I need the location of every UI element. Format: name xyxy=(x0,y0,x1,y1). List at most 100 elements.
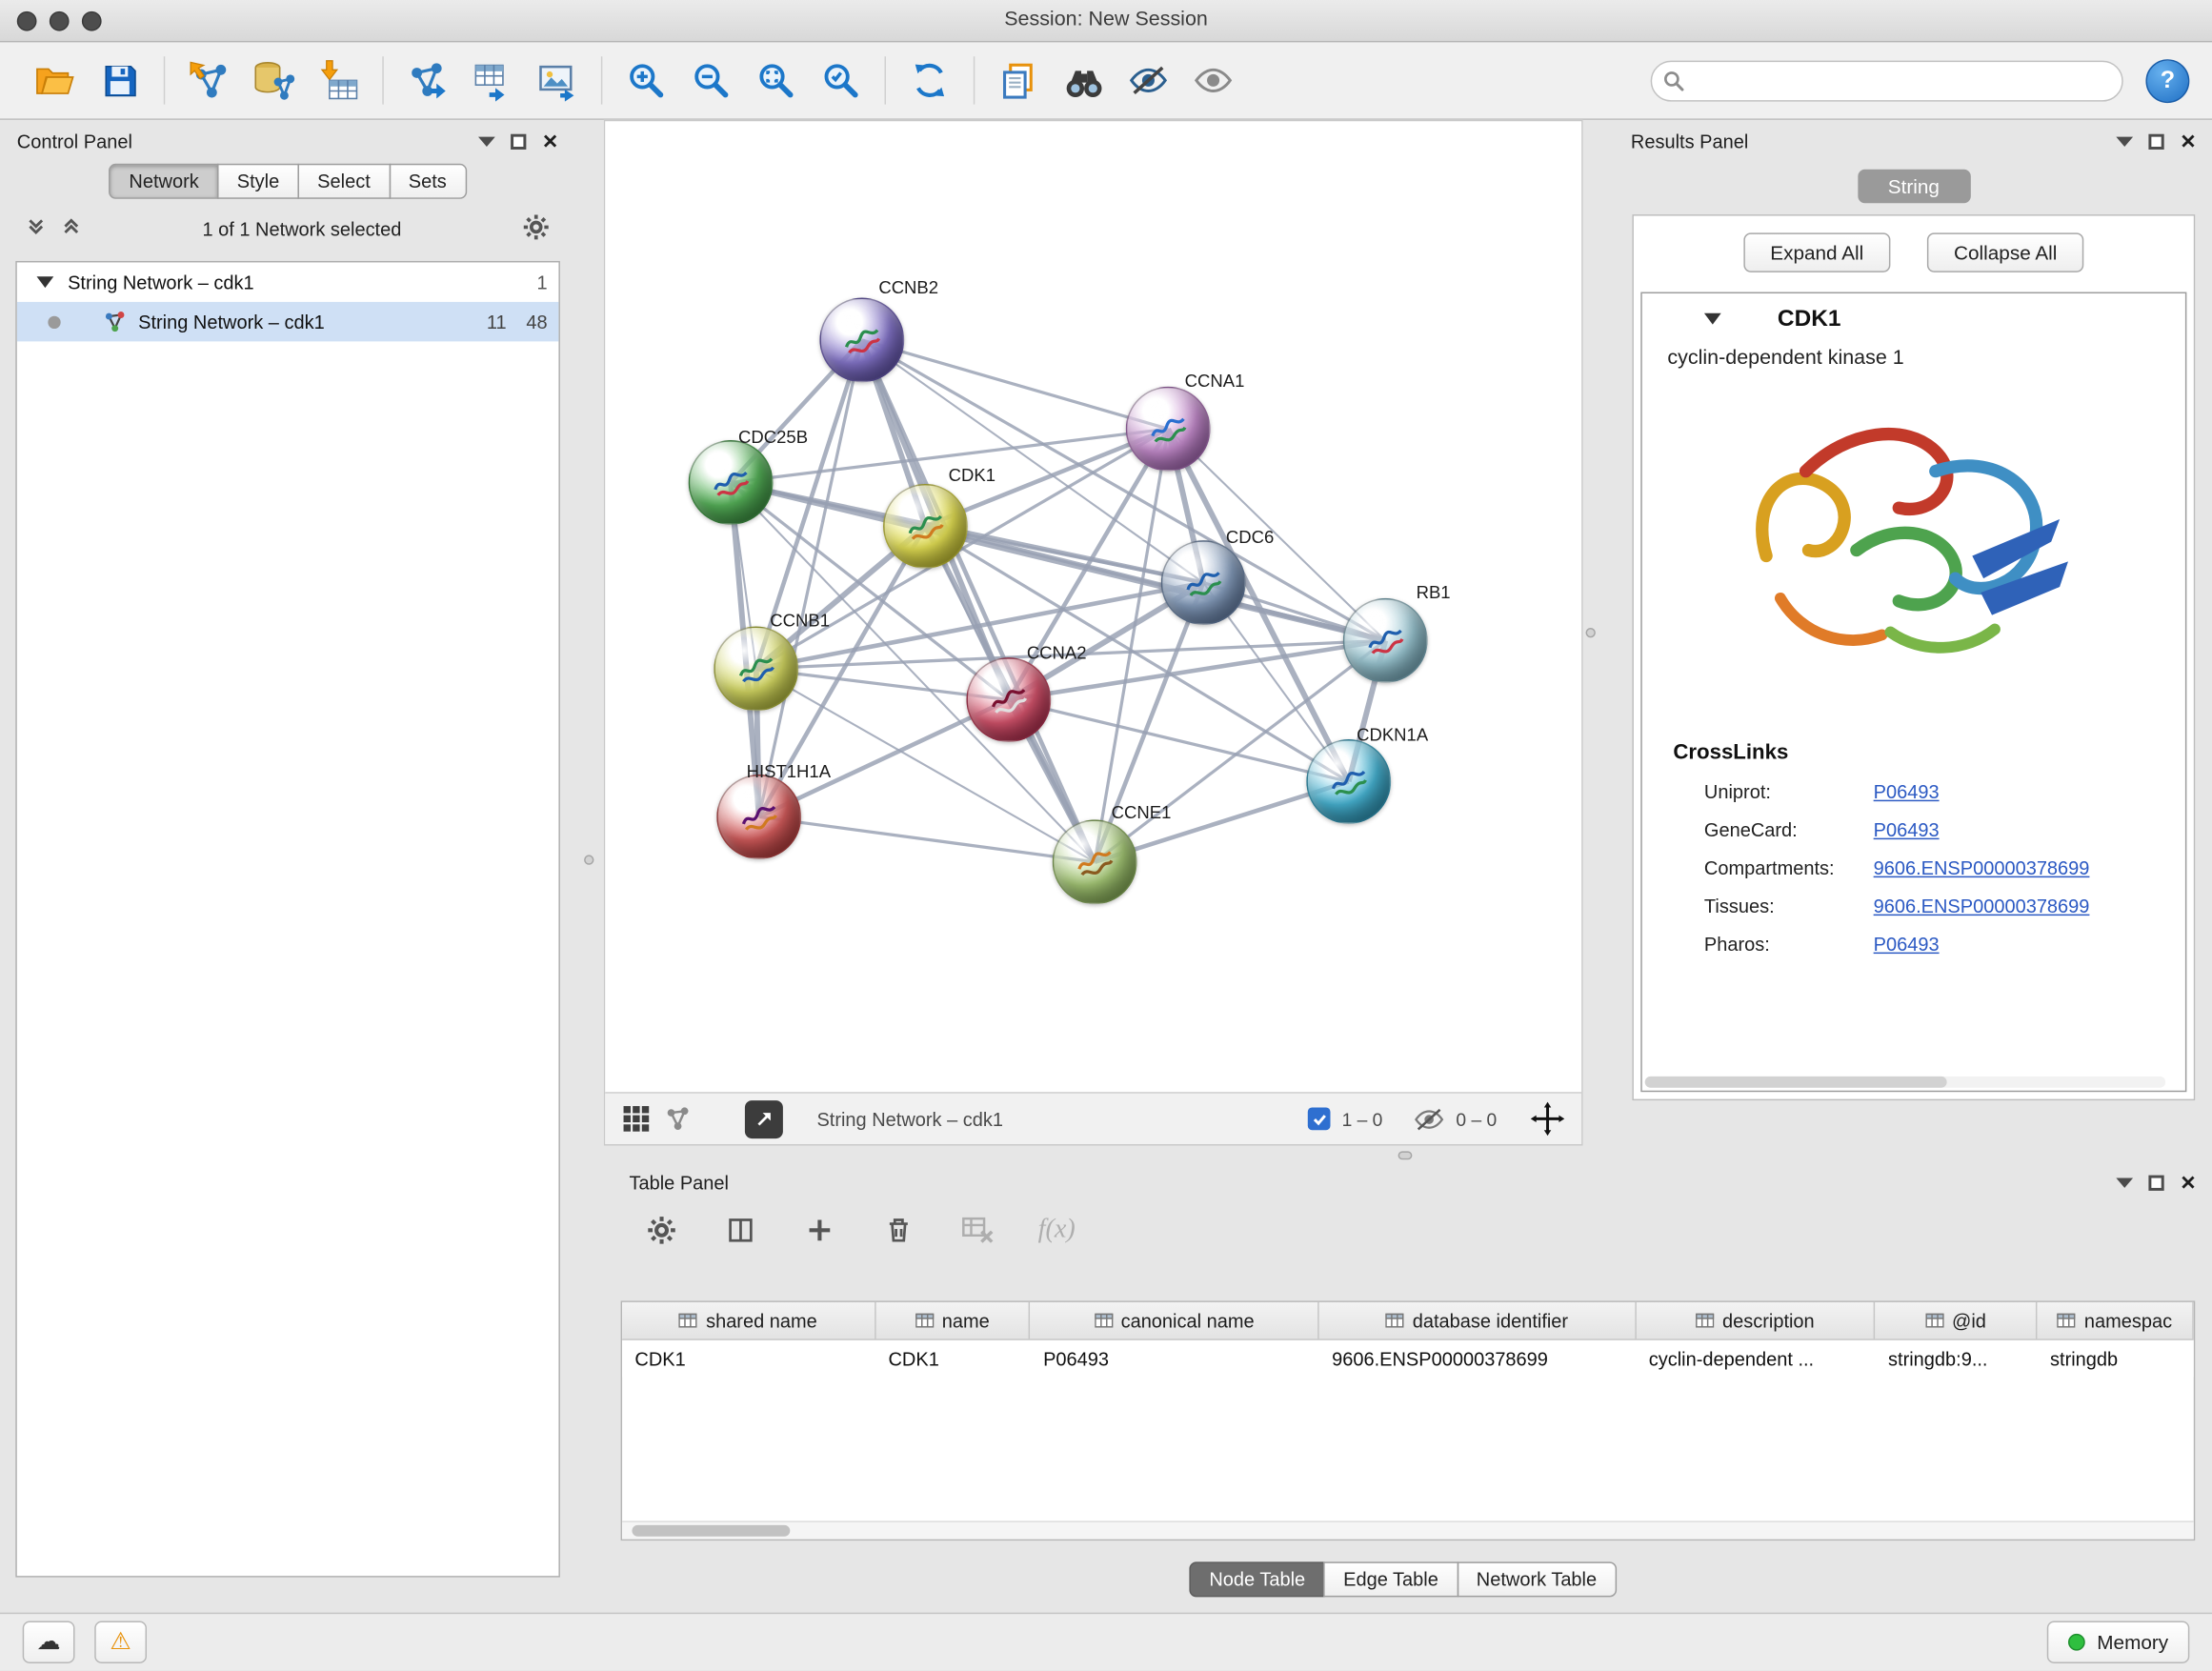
tab-edge-table[interactable]: Edge Table xyxy=(1323,1561,1458,1597)
import-network-button[interactable] xyxy=(176,48,241,112)
memory-button[interactable]: Memory xyxy=(2047,1621,2189,1663)
selected-checkbox-icon[interactable] xyxy=(1308,1108,1331,1131)
cloud-button[interactable]: ☁ xyxy=(23,1621,75,1663)
hide-items-button[interactable] xyxy=(1116,48,1180,112)
tab-node-table[interactable]: Node Table xyxy=(1190,1561,1325,1597)
network-node-CCNA2[interactable] xyxy=(966,657,1051,742)
table-cell[interactable]: stringdb xyxy=(2038,1340,2194,1378)
tab-sets[interactable]: Sets xyxy=(389,164,466,199)
table-horizontal-scrollbar[interactable] xyxy=(622,1520,2194,1539)
tab-select[interactable]: Select xyxy=(297,164,390,199)
column-header-database-identifier[interactable]: database identifier xyxy=(1319,1302,1637,1339)
table-cell[interactable]: 9606.ENSP00000378699 xyxy=(1319,1340,1637,1378)
left-splitter-handle[interactable] xyxy=(584,855,593,864)
show-columns-button[interactable] xyxy=(716,1206,764,1254)
table-cell[interactable]: P06493 xyxy=(1031,1340,1319,1378)
network-node-CDC25B[interactable] xyxy=(689,440,774,525)
table-cell[interactable]: stringdb:9... xyxy=(1876,1340,2038,1378)
panel-menu-icon[interactable] xyxy=(2117,136,2134,146)
expand-all-button[interactable]: Expand All xyxy=(1743,232,1890,272)
section-caret-icon[interactable] xyxy=(1704,313,1721,325)
birdseye-view-icon[interactable] xyxy=(622,1105,651,1134)
expand-all-networks-icon[interactable] xyxy=(26,216,47,242)
network-node-CCNB1[interactable] xyxy=(714,627,798,712)
float-panel-icon[interactable] xyxy=(2149,133,2164,149)
network-edge[interactable] xyxy=(862,340,1095,862)
zoom-fit-button[interactable] xyxy=(743,48,808,112)
network-node-CCNE1[interactable] xyxy=(1053,819,1137,904)
panel-menu-icon[interactable] xyxy=(2117,1178,2134,1187)
column-header-canonical-name[interactable]: canonical name xyxy=(1031,1302,1319,1339)
network-node-CCNB2[interactable] xyxy=(819,297,904,382)
export-image-button[interactable] xyxy=(525,48,590,112)
tab-style[interactable]: Style xyxy=(217,164,299,199)
open-session-button[interactable] xyxy=(23,48,88,112)
table-cell[interactable]: CDK1 xyxy=(875,1340,1031,1378)
column-header-name[interactable]: name xyxy=(875,1302,1031,1339)
collapse-all-button[interactable]: Collapse All xyxy=(1927,232,2084,272)
search-input[interactable] xyxy=(1651,60,2123,101)
network-edge[interactable] xyxy=(759,340,862,817)
close-panel-icon[interactable]: ✕ xyxy=(2180,131,2196,151)
column-header-shared-name[interactable]: shared name xyxy=(622,1302,875,1339)
warning-button[interactable]: ⚠ xyxy=(94,1621,147,1663)
close-panel-icon[interactable]: ✕ xyxy=(2180,1173,2196,1193)
show-items-button[interactable] xyxy=(1181,48,1246,112)
import-database-button[interactable] xyxy=(241,48,306,112)
network-node-CCNA1[interactable] xyxy=(1126,387,1211,472)
network-collection-row[interactable]: String Network – cdk1 1 xyxy=(17,262,559,301)
binoculars-button[interactable] xyxy=(1051,48,1116,112)
network-overview-icon[interactable] xyxy=(665,1105,692,1132)
zoom-in-button[interactable] xyxy=(613,48,678,112)
zoom-out-button[interactable] xyxy=(678,48,743,112)
delete-column-button[interactable] xyxy=(875,1206,922,1254)
document-button[interactable] xyxy=(986,48,1051,112)
float-panel-icon[interactable] xyxy=(2149,1175,2164,1190)
right-splitter-handle[interactable] xyxy=(1586,628,1596,637)
crosslink-link[interactable]: P06493 xyxy=(1874,819,1940,840)
crosslink-link[interactable]: P06493 xyxy=(1874,781,1940,802)
tab-string[interactable]: String xyxy=(1858,170,1970,204)
network-node-CDKN1A[interactable] xyxy=(1306,739,1391,824)
network-options-gear-icon[interactable] xyxy=(522,212,551,245)
float-panel-icon[interactable] xyxy=(511,133,526,149)
export-table-button[interactable] xyxy=(460,48,525,112)
hidden-eye-icon[interactable] xyxy=(1414,1107,1445,1131)
crosslink-link[interactable]: 9606.ENSP00000378699 xyxy=(1874,896,2090,916)
import-table-button[interactable] xyxy=(306,48,371,112)
zoom-selected-button[interactable] xyxy=(809,48,874,112)
tab-network-table[interactable]: Network Table xyxy=(1457,1561,1617,1597)
panel-menu-icon[interactable] xyxy=(478,136,495,146)
network-edge[interactable] xyxy=(862,340,1168,429)
network-node-CDC6[interactable] xyxy=(1161,540,1246,625)
horizontal-splitter-handle[interactable] xyxy=(1398,1151,1413,1159)
add-column-button[interactable] xyxy=(795,1206,843,1254)
save-session-button[interactable] xyxy=(88,48,152,112)
help-button[interactable]: ? xyxy=(2145,58,2189,102)
collection-caret-icon[interactable] xyxy=(37,276,54,288)
export-view-button[interactable] xyxy=(745,1099,783,1137)
crosslink-link[interactable]: 9606.ENSP00000378699 xyxy=(1874,857,2090,878)
column-settings-button[interactable] xyxy=(637,1206,685,1254)
export-network-button[interactable] xyxy=(395,48,460,112)
network-node-RB1[interactable] xyxy=(1343,598,1428,683)
network-row[interactable]: String Network – cdk1 11 48 xyxy=(17,302,559,341)
network-canvas[interactable]: CCNB2CCNA1CDC25BCDK1CDC6RB1CCNB1CCNA2CDK… xyxy=(605,121,1581,1092)
network-node-CDK1[interactable] xyxy=(883,484,968,569)
entry-horizontal-scrollbar[interactable] xyxy=(1645,1077,2165,1088)
table-cell[interactable]: CDK1 xyxy=(622,1340,875,1378)
column-header--id[interactable]: @id xyxy=(1876,1302,2038,1339)
collapse-all-networks-icon[interactable] xyxy=(61,216,82,242)
close-panel-icon[interactable]: ✕ xyxy=(542,131,558,151)
table-row[interactable]: CDK1CDK1P064939606.ENSP00000378699cyclin… xyxy=(622,1340,2194,1378)
network-node-HIST1H1A[interactable] xyxy=(716,775,801,859)
tab-network[interactable]: Network xyxy=(110,164,219,199)
crosslink-link[interactable]: P06493 xyxy=(1874,934,1940,955)
pan-mode-icon[interactable] xyxy=(1531,1102,1565,1137)
column-header-description[interactable]: description xyxy=(1636,1302,1875,1339)
table-cell[interactable]: cyclin-dependent ... xyxy=(1636,1340,1875,1378)
column-header-namespac[interactable]: namespac xyxy=(2038,1302,2194,1339)
refresh-button[interactable] xyxy=(897,48,962,112)
scrollbar-thumb[interactable] xyxy=(632,1525,790,1537)
network-edge[interactable] xyxy=(759,816,1095,861)
